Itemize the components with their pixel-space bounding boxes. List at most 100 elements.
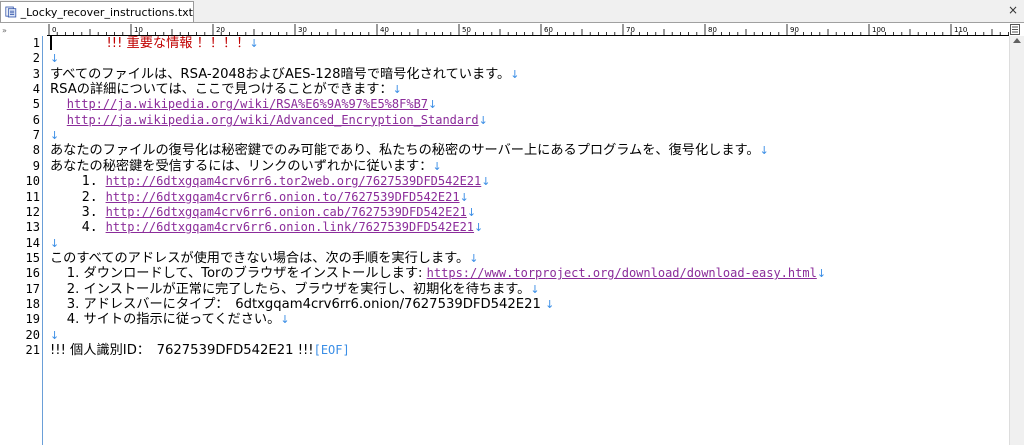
text-line[interactable]: 18 3. アドレスバーにタイプ： 6dtxgqam4crv6rr6.onion… — [0, 297, 1008, 312]
url-link[interactable]: http://6dtxgqam4crv6rr6.onion.to/7627539… — [106, 190, 460, 204]
line-number: 2 — [32, 51, 40, 66]
eof-marker: [EOF] — [313, 343, 350, 357]
line-break-icon: ↓ — [432, 159, 442, 173]
url-link[interactable]: http://6dtxgqam4crv6rr6.tor2web.org/7627… — [106, 174, 482, 188]
line-number: 18 — [25, 296, 40, 311]
text-line[interactable]: 20 ↓ — [0, 328, 1008, 343]
ruler-label: 110 — [954, 26, 967, 34]
line-break-icon: ↓ — [392, 83, 402, 97]
line-content: http://ja.wikipedia.org/wiki/Advanced_En… — [50, 113, 488, 128]
url-link[interactable]: http://6dtxgqam4crv6rr6.onion.link/76275… — [106, 220, 474, 234]
text-segment: !!! 個人識別ID： 7627539DFD542E21 !!! — [50, 343, 314, 358]
line-content: 1. ダウンロードして、Torのブラウザをインストールします: https://… — [50, 266, 826, 281]
line-content: http://ja.wikipedia.org/wiki/RSA%E6%9A%9… — [50, 97, 437, 112]
line-number: 14 — [25, 235, 40, 250]
line-content: 3. http://6dtxgqam4crv6rr6.onion.cab/762… — [50, 205, 476, 220]
ruler-label: 100 — [872, 26, 885, 34]
text-editor[interactable]: 1 !!! 重要な情報 ！！！！↓ 2 ↓ 3 すべてのファイルは、RSA-2048およ… — [0, 36, 1010, 445]
line-content: ↓ — [50, 128, 59, 143]
line-number: 5 — [32, 97, 40, 112]
text-segment: 3. アドレスバーにタイプ： 6dtxgqam4crv6rr6.onion/76… — [50, 296, 546, 312]
line-number: 15 — [25, 250, 40, 265]
line-number: 3 — [32, 66, 40, 81]
line-break-icon: ↓ — [545, 297, 555, 311]
text-line[interactable]: 4 RSAの詳細については、ここで見つけることができます：↓ — [0, 82, 1008, 97]
text-segment — [50, 97, 67, 112]
ruler-label: 80 — [708, 26, 717, 34]
text-segment: RSAの詳細については、ここで見つけることができます： — [50, 82, 393, 98]
text-segment: 2. インストールが正常に完了したら、ブラウザを実行し、初期化を待ちます。 — [50, 281, 531, 297]
tab-bar: _Locky_recover_instructions.txt × — [0, 0, 1024, 23]
line-number: 7 — [32, 128, 40, 143]
line-number: 13 — [25, 220, 40, 235]
ruler-label: 0 — [52, 26, 56, 34]
text-segment: 1. ダウンロードして、Torのブラウザをインストールします: — [50, 266, 427, 282]
vertical-scrollbar[interactable] — [1009, 36, 1024, 445]
url-link[interactable]: http://ja.wikipedia.org/wiki/Advanced_En… — [67, 113, 479, 127]
line-content: !!! 重要な情報 ！！！！↓ — [50, 36, 259, 51]
close-tab-button[interactable]: × — [1008, 3, 1018, 17]
ruler-label: 20 — [216, 26, 225, 34]
scroll-up-icon[interactable] — [1013, 38, 1021, 43]
line-content: !!! 個人識別ID： 7627539DFD542E21 !!![EOF] — [50, 343, 350, 358]
text-line[interactable]: 1 !!! 重要な情報 ！！！！↓ — [0, 36, 1008, 51]
line-number: 20 — [25, 327, 40, 342]
line-number: 4 — [32, 82, 40, 97]
ruler-label: 30 — [298, 26, 307, 34]
line-number: 19 — [25, 312, 40, 327]
line-number: 17 — [25, 281, 40, 296]
line-content: ↓ — [50, 328, 59, 343]
text-line[interactable]: 19 4. サイトの指示に従ってください。↓ — [0, 312, 1008, 327]
ruler-ticks: 0 10 20 30 40 50 60 70 80 90 100 110 — [48, 24, 1009, 35]
line-number: 12 — [25, 204, 40, 219]
split-view-icon[interactable] — [1010, 24, 1020, 35]
line-break-icon: ↓ — [469, 251, 479, 265]
text-line[interactable]: 16 1. ダウンロードして、Torのブラウザをインストールします: https… — [0, 266, 1008, 281]
text-segment: 4. — [50, 220, 106, 236]
line-content: RSAの詳細については、ここで見つけることができます：↓ — [50, 82, 402, 97]
url-link[interactable]: https://www.torproject.org/download/down… — [427, 266, 817, 280]
text-line[interactable]: 10 1. http://6dtxgqam4crv6rr6.tor2web.or… — [0, 174, 1008, 189]
ruler-label: 90 — [790, 26, 799, 34]
line-number: 11 — [25, 189, 40, 204]
ruler-label: 70 — [626, 26, 635, 34]
url-link[interactable]: http://ja.wikipedia.org/wiki/RSA%E6%9A%9… — [67, 97, 428, 111]
tab-document[interactable]: _Locky_recover_instructions.txt — [0, 1, 194, 22]
text-line[interactable]: 15 このすべてのアドレスが使用できない場合は、次の手順を実行します。↓ — [0, 251, 1008, 266]
gutter-marker-icon: » — [2, 26, 7, 35]
line-content: 4. http://6dtxgqam4crv6rr6.onion.link/76… — [50, 220, 484, 236]
text-segment: すべてのファイルは、RSA-2048およびAES-128暗号で暗号化されています… — [50, 66, 511, 82]
url-link[interactable]: http://6dtxgqam4crv6rr6.onion.cab/762753… — [106, 205, 467, 219]
text-line[interactable]: 11 2. http://6dtxgqam4crv6rr6.onion.to/7… — [0, 190, 1008, 205]
line-break-icon: ↓ — [280, 313, 290, 327]
text-segment: あなたの秘密鍵を受信するには、リンクのいずれかに従います： — [50, 158, 433, 174]
text-line[interactable]: 17 2. インストールが正常に完了したら、ブラウザを実行し、初期化を待ちます。… — [0, 282, 1008, 297]
text-segment — [50, 113, 67, 128]
line-break-icon: ↓ — [481, 175, 491, 189]
line-number: 10 — [25, 174, 40, 189]
text-line[interactable]: 13 4. http://6dtxgqam4crv6rr6.onion.link… — [0, 220, 1008, 235]
line-content: ↓ — [50, 236, 59, 251]
line-break-icon: ↓ — [759, 144, 769, 158]
line-break-icon: ↓ — [50, 328, 60, 342]
text-line[interactable]: 21 !!! 個人識別ID： 7627539DFD542E21 !!![EOF] — [0, 343, 1008, 358]
text-line[interactable]: 7 ↓ — [0, 128, 1008, 143]
text-segment: このすべてのアドレスが使用できない場合は、次の手順を実行します。 — [50, 250, 470, 266]
line-break-icon: ↓ — [474, 221, 484, 235]
text-line[interactable]: 14 ↓ — [0, 236, 1008, 251]
line-break-icon: ↓ — [428, 98, 438, 112]
text-line[interactable]: 12 3. http://6dtxgqam4crv6rr6.onion.cab/… — [0, 205, 1008, 220]
text-line[interactable]: 3 すべてのファイルは、RSA-2048およびAES-128暗号で暗号化されていま… — [0, 67, 1008, 82]
text-segment: 3. — [50, 204, 106, 220]
text-line[interactable]: 6 http://ja.wikipedia.org/wiki/Advanced_… — [0, 113, 1008, 128]
text-file-icon — [5, 6, 17, 18]
text-line[interactable]: 8 あなたのファイルの復号化は秘密鍵でのみ可能であり、私たちの秘密のサーバー上にあ… — [0, 143, 1008, 158]
text-line[interactable]: 5 http://ja.wikipedia.org/wiki/RSA%E6%9A… — [0, 97, 1008, 112]
text-line[interactable]: 2 ↓ — [0, 51, 1008, 66]
ruler-label: 40 — [380, 26, 389, 34]
text-line[interactable]: 9 あなたの秘密鍵を受信するには、リンクのいずれかに従います：↓ — [0, 159, 1008, 174]
tab-title: _Locky_recover_instructions.txt — [20, 5, 193, 19]
line-break-icon: ↓ — [510, 67, 520, 81]
line-break-icon: ↓ — [459, 190, 469, 204]
line-break-icon: ↓ — [50, 236, 60, 250]
